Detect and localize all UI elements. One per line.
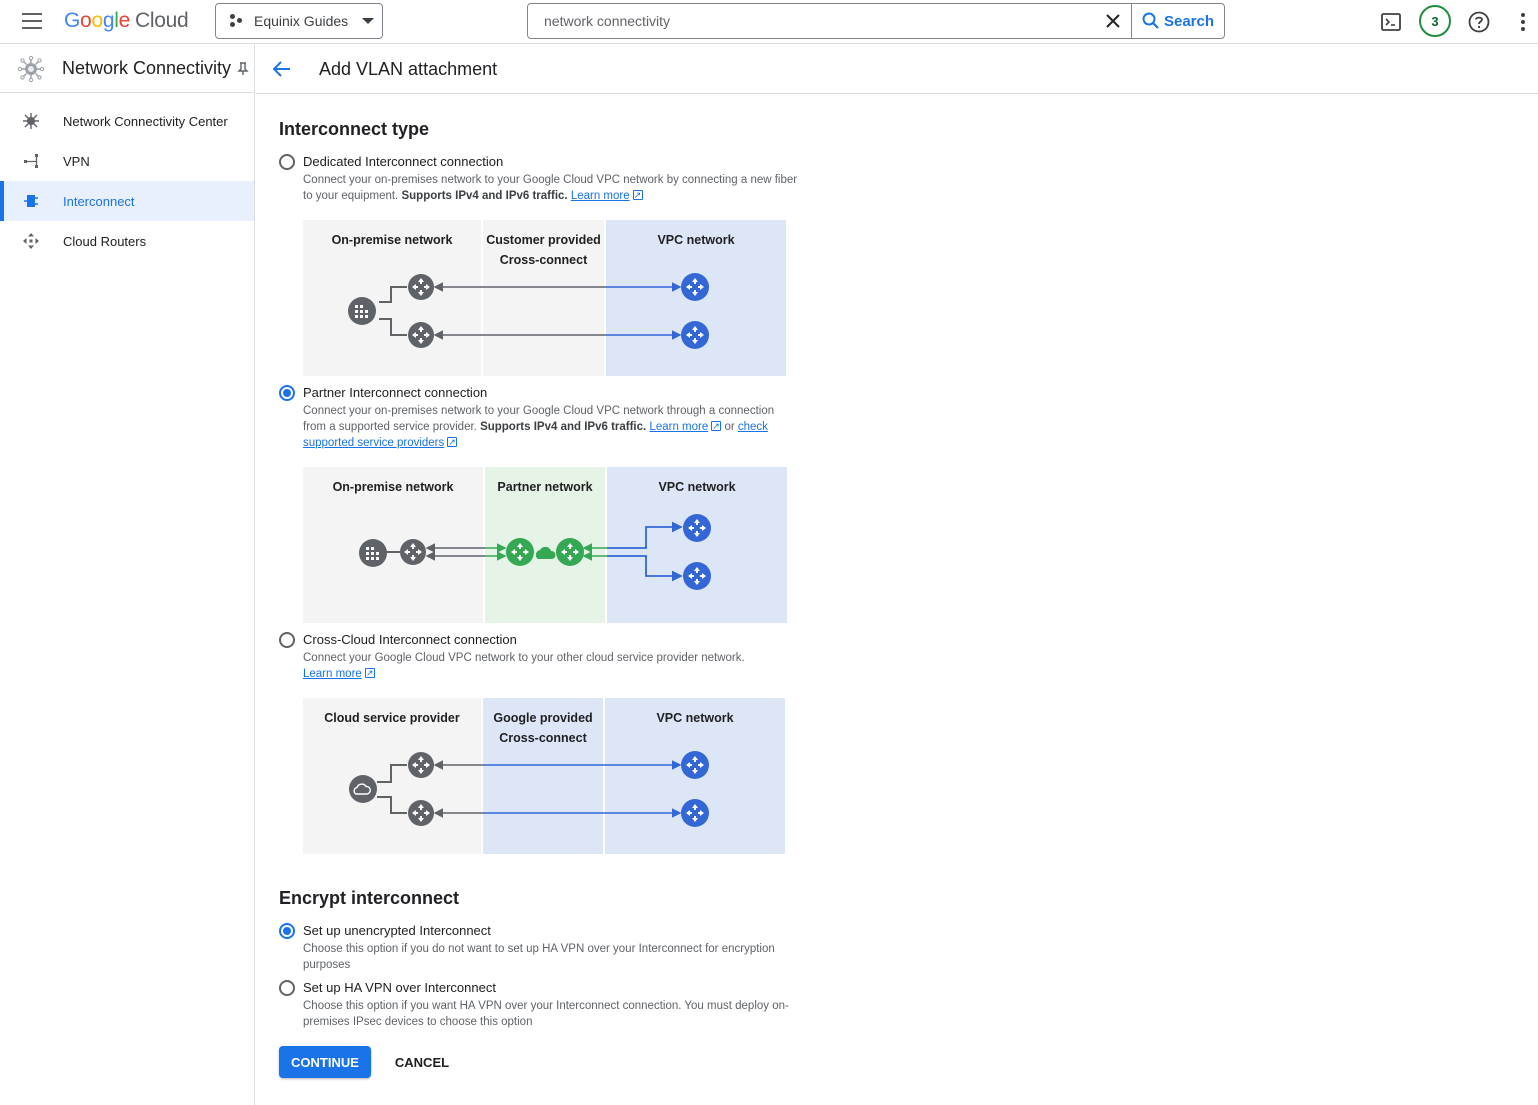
diagram-links — [349, 751, 709, 827]
cloud-provider-icon — [349, 775, 377, 803]
radio-partner[interactable] — [279, 385, 295, 401]
external-link-icon — [447, 434, 458, 450]
help-icon[interactable] — [1466, 9, 1492, 35]
option-unencrypted: Set up unencrypted Interconnect Choose t… — [279, 922, 799, 973]
continue-button[interactable]: CONTINUE — [279, 1046, 371, 1078]
radio-description: Connect your Google Cloud VPC network to… — [303, 650, 745, 682]
radio-label[interactable]: Set up HA VPN over Interconnect — [303, 979, 799, 997]
clear-search-icon[interactable] — [1095, 4, 1131, 38]
dedicated-diagram: On-premise network Customer provided Cros… — [303, 220, 787, 376]
option-partner: Partner Interconnect connection Connect … — [279, 384, 799, 451]
external-link-icon — [711, 418, 722, 434]
radio-dedicated[interactable] — [279, 154, 295, 170]
radio-label[interactable]: Dedicated Interconnect connection — [303, 153, 799, 171]
google-cloud-logo[interactable]: Google Cloud — [64, 9, 189, 33]
router-icon — [681, 321, 709, 349]
radio-description: Connect your on-premises network to your… — [303, 172, 799, 204]
page-title: Add VLAN attachment — [319, 58, 498, 79]
form-actions: CONTINUE CANCEL — [279, 1046, 799, 1078]
learn-more-link[interactable]: Learn more — [303, 668, 362, 680]
diagram-links — [359, 514, 711, 590]
option-dedicated: Dedicated Interconnect connection Connec… — [279, 153, 799, 204]
router-icon — [408, 322, 434, 348]
sidebar-item-vpn[interactable]: VPN — [0, 141, 254, 181]
router-icon — [683, 514, 711, 542]
page-header: Add VLAN attachment — [256, 45, 1538, 94]
sidebar-header: Network Connectivity — [0, 45, 254, 93]
radio-label[interactable]: Partner Interconnect connection — [303, 384, 799, 402]
building-icon — [359, 539, 387, 567]
sidebar-item-cloud-routers[interactable]: Cloud Routers — [0, 221, 254, 261]
router-icon — [683, 562, 711, 590]
cloud-icon — [535, 546, 556, 559]
more-options-icon[interactable] — [1510, 9, 1536, 35]
router-icon — [681, 799, 709, 827]
partner-diagram: On-premise network Partner network VPC n… — [303, 467, 787, 623]
project-icon — [230, 14, 244, 28]
vpn-icon — [22, 152, 40, 170]
diagram-links — [348, 273, 709, 349]
arrow-back-icon — [273, 61, 290, 77]
cloud-shell-icon[interactable] — [1378, 9, 1404, 35]
router-icon — [408, 752, 434, 778]
router-icon — [408, 800, 434, 826]
search-bar: Search — [527, 3, 1225, 39]
back-button[interactable] — [273, 58, 295, 80]
interconnect-icon — [22, 192, 40, 210]
top-bar: GoogleCloud Equinix Guides Search 3 — [0, 0, 1538, 44]
radio-description: Choose this option if you want HA VPN ov… — [303, 1000, 789, 1028]
notifications-badge[interactable]: 3 — [1419, 5, 1451, 37]
sidebar-item-network-connectivity-center[interactable]: Network Connectivity Center — [0, 101, 254, 141]
network-connectivity-icon — [18, 55, 44, 82]
product-title: Network Connectivity — [62, 58, 232, 78]
radio-description: Connect your on-premises network to your… — [303, 403, 799, 451]
radio-ha-vpn[interactable] — [279, 980, 295, 996]
vlan-attachment-form: Interconnect type Dedicated Interconnect… — [279, 95, 799, 1078]
external-link-icon — [632, 187, 643, 203]
external-link-icon — [364, 665, 375, 681]
hub-icon — [22, 112, 40, 130]
chevron-down-icon — [362, 18, 375, 24]
project-selector[interactable]: Equinix Guides — [215, 3, 383, 39]
sidebar-nav: Network Connectivity Center VPN Intercon… — [0, 93, 254, 261]
router-icon — [681, 273, 709, 301]
sidebar: Network Connectivity Network Connectivit… — [0, 45, 255, 1105]
sidebar-item-interconnect[interactable]: Interconnect — [0, 181, 254, 221]
option-ha-vpn: Set up HA VPN over Interconnect Choose t… — [279, 979, 799, 1030]
building-icon — [348, 297, 376, 325]
radio-label[interactable]: Set up unencrypted Interconnect — [303, 922, 799, 940]
router-icon — [556, 538, 584, 566]
project-name: Equinix Guides — [254, 13, 349, 29]
search-icon — [1142, 12, 1159, 29]
main-menu-icon[interactable] — [22, 13, 42, 29]
encrypt-heading: Encrypt interconnect — [279, 888, 460, 908]
router-icon — [506, 538, 534, 566]
radio-unencrypted[interactable] — [279, 923, 295, 939]
learn-more-link[interactable]: Learn more — [571, 190, 630, 202]
radio-cross-cloud[interactable] — [279, 632, 295, 648]
learn-more-link[interactable]: Learn more — [649, 421, 708, 433]
radio-description: Choose this option if you do not want to… — [303, 943, 775, 971]
option-cross-cloud: Cross-Cloud Interconnect connection Conn… — [279, 631, 799, 682]
router-icon — [400, 539, 426, 565]
router-icon — [408, 274, 434, 300]
interconnect-type-heading: Interconnect type — [279, 119, 430, 139]
router-icon — [22, 232, 40, 250]
search-button[interactable]: Search — [1131, 4, 1224, 38]
cancel-button[interactable]: CANCEL — [383, 1046, 461, 1078]
search-input[interactable] — [528, 4, 1095, 38]
radio-label[interactable]: Cross-Cloud Interconnect connection — [303, 631, 745, 649]
cross-cloud-diagram: Cloud service provider Google provided Cr… — [303, 698, 787, 854]
router-icon — [681, 751, 709, 779]
pin-icon[interactable] — [237, 61, 249, 76]
